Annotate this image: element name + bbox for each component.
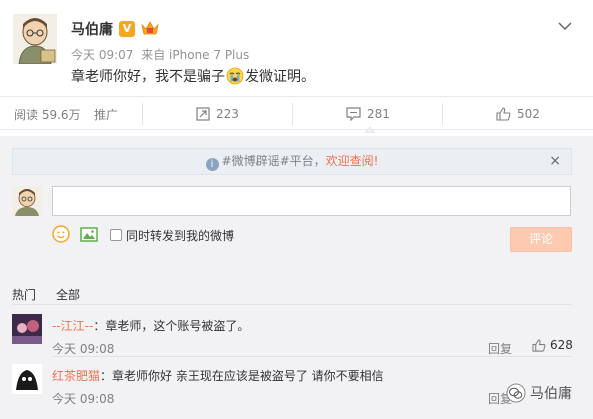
read-count: 阅读 59.6万 [14,108,81,122]
post-header: 马伯庸 V 今天 09:07 来自 iPhone 7 Plus 章老师你好，我不… [13,14,583,94]
crown-badge-icon[interactable] [141,20,159,36]
comment-body: ：章老师，这个账号被盗了。 [93,319,250,333]
tab-all[interactable]: 全部 [56,288,80,302]
post-text-before: 章老师你好，我不是骗子 [71,69,225,85]
action-bar: 阅读 59.6万 推广 223 281 502 [0,96,593,133]
comment-tabs: 热门 全部 [12,286,100,303]
thumbs-up-icon [496,107,511,121]
thumbs-up-icon [532,338,546,352]
info-icon: i [205,158,219,171]
comment-time: 今天 09:08 [52,392,115,406]
commenter-avatar[interactable] [12,364,42,394]
repost-count: 223 [216,107,239,121]
comment-username[interactable]: --江江-- [52,319,93,333]
comment-icon [346,107,361,121]
post-source: 来自 iPhone 7 Plus [141,48,250,62]
tabs-divider [12,304,572,305]
promote-link[interactable]: 推广 [94,106,118,123]
comment-item: 红茶肥猫：章老师你好 亲王现在应该是被盗号了 请你不要相信 今天 09:08 回… [12,364,572,406]
watermark: 马伯庸 [506,383,572,403]
post-text: 章老师你好，我不是骗子 发微证明。 [71,66,315,86]
commenter-avatar[interactable] [12,314,42,344]
wechat-logo-icon [506,383,526,403]
like-count: 502 [517,107,540,121]
divider [142,103,143,125]
emoji-picker-icon[interactable] [52,225,70,243]
post-text-after: 发微证明。 [245,69,315,85]
close-icon[interactable]: × [549,149,561,174]
comment-time: 今天 09:08 [52,342,115,356]
post-meta: 今天 09:07 来自 iPhone 7 Plus [71,46,253,63]
divider [292,103,293,125]
like-button[interactable]: 502 [496,97,540,131]
crying-emoji-icon [226,67,244,85]
comment-count: 281 [367,107,390,121]
post-time[interactable]: 今天 09:07 [71,48,133,62]
chevron-down-icon[interactable] [557,20,573,32]
repost-checkbox-label[interactable]: 同时转发到我的微博 [126,227,234,244]
tab-hot[interactable]: 热门 [12,288,36,302]
comment-text: 红茶肥猫：章老师你好 亲王现在应该是被盗号了 请你不要相信 [52,367,384,384]
verified-badge-icon[interactable]: V [119,21,135,37]
notice-link[interactable]: 欢迎查阅! [326,154,379,168]
current-user-avatar[interactable] [12,186,42,216]
comment-like-count: 628 [550,338,573,352]
comment-text: --江江--：章老师，这个账号被盗了。 [52,317,249,334]
divider [442,103,443,125]
comment-body: ：章老师你好 亲王现在应该是被盗号了 请你不要相信 [100,369,384,383]
repost-checkbox[interactable] [110,229,122,241]
comment-username[interactable]: 红茶肥猫 [52,369,100,383]
reply-button[interactable]: 回复 [488,340,512,357]
comment-button[interactable]: 281 [346,97,390,131]
comment-divider [52,356,572,357]
watermark-text: 马伯庸 [530,386,572,402]
comment-like-button[interactable]: 628 [532,338,573,352]
comment-item: --江江--：章老师，这个账号被盗了。 今天 09:08 回复 628 [12,314,573,357]
repost-icon [196,107,210,121]
image-upload-icon[interactable] [80,227,98,242]
repost-button[interactable]: 223 [196,97,239,131]
rumor-notice: i #微博辟谣#平台，欢迎查阅! × [12,148,572,175]
active-tab-pointer-icon [365,127,375,133]
author-avatar[interactable] [13,14,57,64]
submit-comment-button[interactable]: 评论 [510,227,572,252]
comment-input[interactable] [52,186,571,216]
notice-text: #微博辟谣#平台， [221,154,326,168]
comment-panel: i #微博辟谣#平台，欢迎查阅! × 同时转发到我的微博 评论 热门 全部 --… [0,136,593,419]
author-name[interactable]: 马伯庸 [71,19,113,39]
